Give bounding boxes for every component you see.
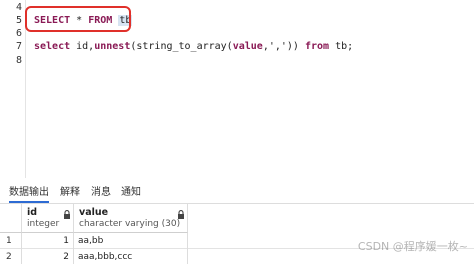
column-header-id[interactable]: id integer — [22, 204, 74, 233]
row-number: 1 — [0, 233, 22, 249]
column-name: id — [27, 207, 38, 218]
cell-id[interactable]: 2 — [22, 249, 74, 264]
sql-keyword: select — [34, 41, 71, 52]
row-number: 2 — [0, 249, 22, 264]
column-type: character varying (30) — [79, 219, 181, 229]
cell-value[interactable]: aa,bb — [74, 233, 188, 249]
sql-keyword: value — [232, 41, 263, 52]
tab-explain[interactable]: 解释 — [60, 187, 80, 199]
code-text: id, — [70, 41, 95, 52]
highlight-box — [25, 6, 131, 32]
lock-icon — [178, 210, 184, 219]
sql-editor[interactable]: 4 5 6 7 8 SELECT * FROM tb select id,unn… — [0, 0, 474, 178]
code-text: (string_to_array( — [130, 41, 233, 52]
sql-function: unnest — [94, 41, 131, 52]
code-text: ,',')) — [262, 41, 299, 52]
cell-value[interactable]: aaa,bbb,ccc — [74, 249, 188, 264]
tab-messages[interactable]: 消息 — [91, 187, 111, 199]
tab-notifications[interactable]: 通知 — [121, 187, 141, 199]
results-grid: id integer value character varying (30) … — [0, 204, 474, 264]
line-number: 8 — [15, 55, 22, 66]
line-number: 7 — [15, 41, 22, 52]
lock-icon — [64, 210, 70, 219]
column-type: integer — [27, 219, 60, 229]
column-name: value — [79, 207, 109, 218]
column-header-value[interactable]: value character varying (30) — [74, 204, 188, 233]
code-line-7[interactable]: select id,unnest(string_to_array(value,'… — [34, 40, 353, 53]
sql-keyword: from — [304, 41, 330, 52]
line-number: 4 — [15, 2, 22, 13]
watermark: CSDN @程序媛一枚~ — [357, 240, 468, 253]
line-number-gutter: 4 5 6 7 8 — [0, 0, 26, 178]
tab-data-output[interactable]: 数据输出 — [9, 187, 49, 203]
row-number-header — [0, 204, 22, 233]
results-tab-bar: 数据输出 解释 消息 通知 — [0, 184, 474, 204]
line-number: 6 — [15, 28, 22, 39]
line-number: 5 — [15, 15, 22, 26]
code-text: tb; — [329, 41, 354, 52]
cell-id[interactable]: 1 — [22, 233, 74, 249]
